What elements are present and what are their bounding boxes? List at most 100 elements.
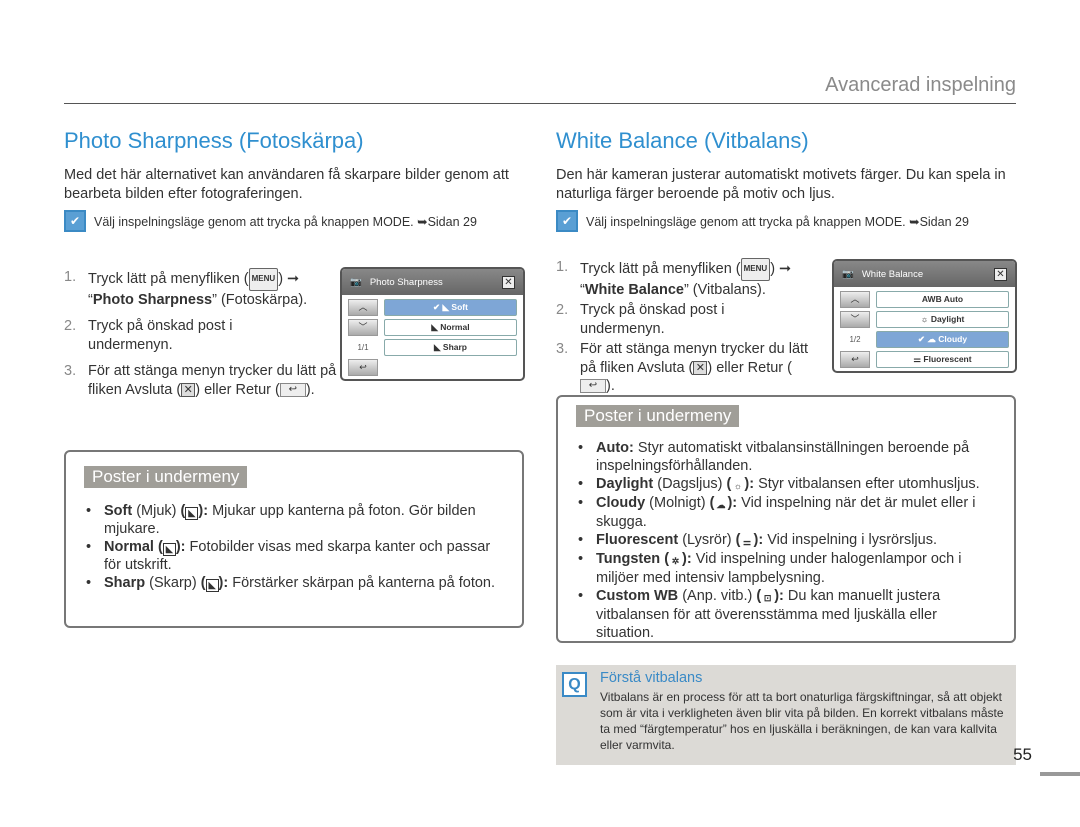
step-number: 2.: [64, 318, 77, 334]
option-label: Daylight: [930, 314, 965, 324]
close-button[interactable]: ✕: [502, 275, 515, 289]
option-sharp[interactable]: ◣ Sharp: [384, 339, 517, 356]
item-term: Tungsten: [596, 551, 661, 567]
tip-box: Q Förstå vitbalans Vitbalans är en proce…: [556, 665, 1016, 765]
item-term: Soft: [104, 503, 133, 519]
note-text: Välj inspelningsläge genom att trycka på…: [586, 214, 969, 229]
header-divider: [64, 103, 1016, 104]
photo-sharpness-intro: Med det här alternativet kan användaren …: [64, 167, 509, 202]
step-3: 3. För att stänga menyn trycker du lätt p…: [64, 362, 364, 399]
option-fluorescent[interactable]: ⚌ Fluorescent: [876, 351, 1009, 368]
step-2: 2. Tryck på önskad post i undermenyn.: [556, 301, 826, 338]
screen-title: White Balance: [861, 268, 924, 280]
item-term: Fluorescent: [596, 532, 679, 548]
item-term: Auto:: [596, 440, 634, 456]
page-indicator: 1/2: [849, 335, 861, 344]
magnifier-icon: Q: [562, 672, 587, 697]
step-text: ” (Fotoskärpa).: [212, 291, 308, 308]
item-translation: (Anp. vitb.): [682, 588, 753, 604]
option-label: Cloudy: [938, 334, 968, 344]
submenu-label: Poster i undermeny: [576, 405, 740, 427]
steps-list: 1. Tryck lätt på menyfliken (MENU) ➞ “Pho…: [64, 268, 364, 405]
step-1: 1. Tryck lätt på menyfliken (MENU) ➞ “Pho…: [64, 268, 364, 309]
submenu-item: Daylight (Dagsljus) (☼): Styr vitbalanse…: [576, 475, 996, 494]
item-term: Cloudy: [596, 495, 646, 511]
submenu-item: Auto: Styr automatiskt vitbalansinställn…: [576, 439, 996, 475]
setting-icon: ◣: [162, 543, 176, 556]
white-balance-items: Auto: Styr automatiskt vitbalansinställn…: [576, 439, 996, 642]
step-text: ” (Vitbalans).: [683, 281, 766, 298]
item-term: Daylight: [596, 476, 654, 492]
item-translation: (Molnigt): [649, 495, 706, 511]
submenu-box-white-balance: Poster i undermeny Auto: Styr automatisk…: [556, 395, 1016, 643]
step-text: ).: [305, 381, 315, 398]
setting-icon: ⚌: [742, 537, 752, 547]
submenu-item: Custom WB (Anp. vitb.) (⊡): Du kan manue…: [576, 587, 996, 642]
screen-title: Photo Sharpness: [369, 276, 443, 288]
item-translation: (Dagsljus): [657, 476, 723, 492]
return-key-icon: ↩: [580, 379, 606, 394]
step-text: ) eller Retur (: [707, 359, 792, 376]
steps-list: 1. Tryck lätt på menyfliken (MENU) ➞ “Whi…: [556, 258, 826, 402]
submenu-item: Cloudy (Molnigt) (☁): Vid inspelning när…: [576, 494, 996, 531]
setting-icon: ◣: [185, 507, 199, 520]
photo-sharpness-screen: 📷 Photo Sharpness ✕ ︿ ﹀ 1/1 ↩ ✔ ◣ Soft ◣ N…: [340, 267, 525, 381]
option-daylight[interactable]: ☼ Daylight: [876, 311, 1009, 328]
check-note-icon: ✔: [556, 210, 578, 232]
return-key-icon: ↩: [279, 382, 306, 397]
step-number: 1.: [64, 269, 77, 285]
item-term: Custom WB: [596, 588, 679, 604]
option-soft[interactable]: ✔ ◣ Soft: [384, 299, 517, 316]
item-description: Vid inspelning i lysrörsljus.: [767, 532, 937, 548]
scroll-down-button[interactable]: ﹀: [840, 311, 870, 328]
section-header: Avancerad inspelning: [825, 74, 1016, 96]
option-normal[interactable]: ◣ Normal: [384, 319, 517, 336]
item-description: Förstärker skärpan på kanterna på foton.: [232, 575, 496, 591]
white-balance-intro: Den här kameran justerar automatiskt mot…: [556, 167, 1006, 202]
setting-icon: ☁: [716, 500, 726, 510]
option-label: Auto: [943, 294, 964, 304]
menu-name: White Balance: [584, 281, 684, 298]
step-text: Tryck på önskad post i undermenyn.: [88, 318, 233, 353]
camera-icon: 📷: [350, 276, 362, 288]
item-term: Sharp: [104, 575, 146, 591]
item-term: Normal: [104, 539, 154, 555]
menu-key-icon: MENU: [248, 268, 279, 291]
step-1: 1. Tryck lätt på menyfliken (MENU) ➞ “Whi…: [556, 258, 826, 299]
submenu-item: Sharp (Skarp) (◣): Förstärker skärpan på…: [84, 574, 504, 592]
close-key-icon: ✕: [693, 360, 708, 375]
screen-title-bar: 📷 Photo Sharpness ✕: [342, 269, 523, 295]
page-indicator: 1/1: [357, 343, 369, 352]
step-text: Tryck på önskad post i undermenyn.: [580, 302, 725, 337]
menu-key-icon: MENU: [740, 258, 771, 281]
side-controls: ︿ ﹀ 1/1 ↩: [348, 299, 378, 379]
scroll-up-button[interactable]: ︿: [840, 291, 870, 308]
return-button[interactable]: ↩: [840, 351, 870, 368]
return-button[interactable]: ↩: [348, 359, 378, 376]
option-label: Fluorescent: [923, 354, 972, 364]
tip-body: Vitbalans är en process för att ta bort …: [600, 690, 1004, 752]
mode-note: ✔ Välj inspelningsläge genom att trycka p…: [64, 210, 477, 232]
step-text: Tryck lätt på menyfliken (: [580, 261, 741, 278]
item-translation: (Skarp): [149, 575, 197, 591]
sharpness-items: Soft (Mjuk) (◣): Mjukar upp kanterna på …: [84, 502, 504, 592]
submenu-box-sharpness: Poster i undermeny Soft (Mjuk) (◣): Mjuk…: [64, 450, 524, 628]
submenu-item: Tungsten (✲): Vid inspelning under halog…: [576, 550, 996, 587]
option-auto[interactable]: AWB Auto: [876, 291, 1009, 308]
option-cloudy[interactable]: ✔ ☁ Cloudy: [876, 331, 1009, 348]
tip-title: Förstå vitbalans: [600, 670, 703, 686]
scroll-down-button[interactable]: ﹀: [348, 319, 378, 336]
page-marker: [1040, 772, 1080, 776]
option-label: Normal: [440, 322, 470, 332]
close-button[interactable]: ✕: [994, 267, 1007, 281]
setting-icon: ⊡: [763, 593, 772, 603]
check-note-icon: ✔: [64, 210, 86, 232]
step-number: 2.: [556, 302, 569, 318]
white-balance-screen: 📷 White Balance ✕ ︿ ﹀ 1/2 ↩ AWB Auto ☼ Day…: [832, 259, 1017, 373]
setting-icon: ◣: [205, 579, 219, 592]
item-description: Styr automatiskt vitbalansinställningen …: [596, 440, 970, 474]
step-number: 1.: [556, 259, 569, 275]
note-text: Välj inspelningsläge genom att trycka på…: [94, 214, 477, 229]
item-translation: (Lysrör): [682, 532, 732, 548]
scroll-up-button[interactable]: ︿: [348, 299, 378, 316]
